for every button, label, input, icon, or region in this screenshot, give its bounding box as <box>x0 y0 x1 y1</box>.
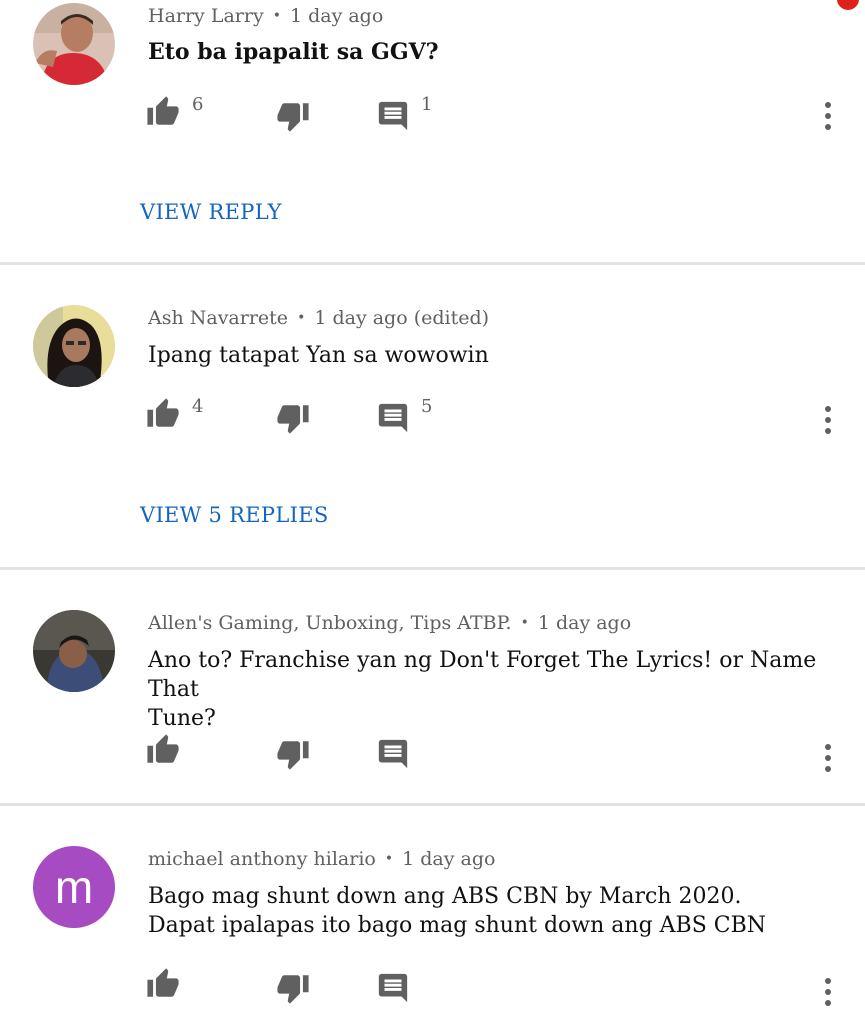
author-name[interactable]: michael anthony hilario <box>148 848 376 870</box>
thumbs-down-icon <box>276 91 310 133</box>
like-button[interactable] <box>146 730 180 770</box>
view-replies-link[interactable]: VIEW REPLY <box>140 200 282 224</box>
comment-item: m michael anthony hilario • 1 day ago Bago… <box>0 806 865 1024</box>
more-vert-icon <box>817 102 839 140</box>
like-button[interactable] <box>146 964 180 1004</box>
separator-dot: • <box>384 851 394 867</box>
comment-meta: Harry Larry • 1 day ago <box>148 5 383 27</box>
comment-icon <box>376 393 410 435</box>
more-vert-icon <box>817 744 839 782</box>
comment-icon <box>376 963 410 1005</box>
dislike-button[interactable] <box>276 964 310 1004</box>
more-options-button[interactable] <box>817 96 839 136</box>
comment-item: Allen's Gaming, Unboxing, Tips ATBP. • 1 d… <box>0 570 865 803</box>
reply-button[interactable] <box>376 730 410 770</box>
comment-text: Eto ba ipapalit sa GGV? <box>148 39 439 65</box>
thumbs-down-icon <box>276 393 310 435</box>
more-options-button[interactable] <box>817 738 839 778</box>
comment-text-line: Ano to? Franchise yan ng Don't Forget Th… <box>148 648 817 702</box>
avatar-letter: m <box>54 861 94 913</box>
comment-item: Harry Larry • 1 day ago Eto ba ipapalit sa… <box>0 0 865 262</box>
separator-dot: • <box>297 310 306 326</box>
author-name[interactable]: Allen's Gaming, Unboxing, Tips ATBP. <box>148 612 512 634</box>
comment-actions: 4 5 <box>0 394 865 434</box>
more-options-button[interactable] <box>817 972 839 1012</box>
thumbs-up-icon <box>146 95 180 129</box>
author-name[interactable]: Ash Navarrete <box>148 307 288 329</box>
comment-item: Ash Navarrete • 1 day ago (edited) Ipang t… <box>0 265 865 567</box>
more-options-button[interactable] <box>817 400 839 440</box>
comment-actions: 6 1 <box>0 92 865 132</box>
comment-text-line: Dapat ipalapas ito bago mag shunt down a… <box>148 913 767 938</box>
comment-meta: Ash Navarrete • 1 day ago (edited) <box>148 307 489 329</box>
comment-text: Ipang tatapat Yan sa wowowin <box>148 343 489 368</box>
thumbs-up-icon <box>146 967 180 1001</box>
comment-text: Ano to? Franchise yan ng Don't Forget Th… <box>148 646 838 733</box>
reply-button[interactable] <box>376 394 410 434</box>
reply-count: 1 <box>421 94 433 115</box>
like-count: 6 <box>192 94 204 115</box>
comment-meta: michael anthony hilario • 1 day ago <box>148 848 495 870</box>
comment-text-line: Bago mag shunt down ang ABS CBN by March… <box>148 884 742 909</box>
more-vert-icon <box>817 978 839 1016</box>
reply-button[interactable] <box>376 92 410 132</box>
like-button[interactable] <box>146 394 180 434</box>
comment-time: 1 day ago <box>537 612 632 634</box>
thumbs-down-icon <box>276 729 310 771</box>
dislike-button[interactable] <box>276 730 310 770</box>
avatar[interactable]: m <box>33 846 115 928</box>
view-replies-link[interactable]: VIEW 5 REPLIES <box>140 503 329 527</box>
comment-meta: Allen's Gaming, Unboxing, Tips ATBP. • 1 d… <box>148 612 631 634</box>
comment-text-line: Tune? <box>148 706 216 731</box>
like-count: 4 <box>192 396 204 417</box>
reply-count: 5 <box>421 396 433 417</box>
comment-icon <box>376 91 410 133</box>
like-button[interactable] <box>146 92 180 132</box>
reply-button[interactable] <box>376 964 410 1004</box>
more-vert-icon <box>817 406 839 444</box>
separator-dot: • <box>272 8 281 24</box>
thumbs-down-icon <box>276 963 310 1005</box>
comment-text: Bago mag shunt down ang ABS CBN by March… <box>148 882 838 940</box>
thumbs-up-icon <box>146 397 180 431</box>
thumbs-up-icon <box>146 733 180 767</box>
avatar[interactable] <box>33 3 115 85</box>
comment-time: 1 day ago <box>289 5 384 27</box>
comment-icon <box>376 729 410 771</box>
comment-actions <box>0 964 865 1006</box>
dislike-button[interactable] <box>276 92 310 132</box>
comment-time: 1 day ago <box>402 848 496 870</box>
avatar[interactable] <box>33 305 115 387</box>
comment-time: 1 day ago (edited) <box>314 307 490 329</box>
comment-actions <box>0 730 865 772</box>
separator-dot: • <box>520 615 529 631</box>
author-name[interactable]: Harry Larry <box>148 5 264 27</box>
comments-page: Harry Larry • 1 day ago Eto ba ipapalit sa… <box>0 0 865 1024</box>
dislike-button[interactable] <box>276 394 310 434</box>
avatar[interactable] <box>33 610 115 692</box>
